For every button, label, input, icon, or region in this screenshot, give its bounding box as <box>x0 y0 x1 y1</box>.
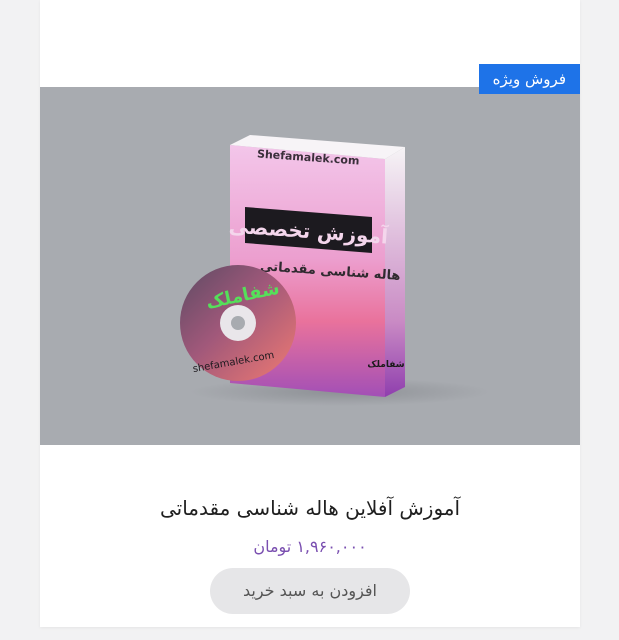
product-title[interactable]: آموزش آفلاین هاله شناسی مقدماتی <box>40 496 580 520</box>
product-image[interactable]: Shefamalek.com آموزش تخصصی هاله شناسی مق… <box>40 87 580 445</box>
product-box-illustration: Shefamalek.com آموزش تخصصی هاله شناسی مق… <box>180 135 490 406</box>
box-side-brand-text: شفاملک <box>367 360 404 370</box>
special-sale-badge: فروش ویژه <box>478 64 580 94</box>
add-to-cart-button[interactable]: افزودن به سبد خرید <box>210 568 410 614</box>
product-price: ۱,۹۶۰,۰۰۰ تومان <box>253 537 367 556</box>
product-card[interactable]: Shefamalek.com آموزش تخصصی هاله شناسی مق… <box>40 0 580 627</box>
